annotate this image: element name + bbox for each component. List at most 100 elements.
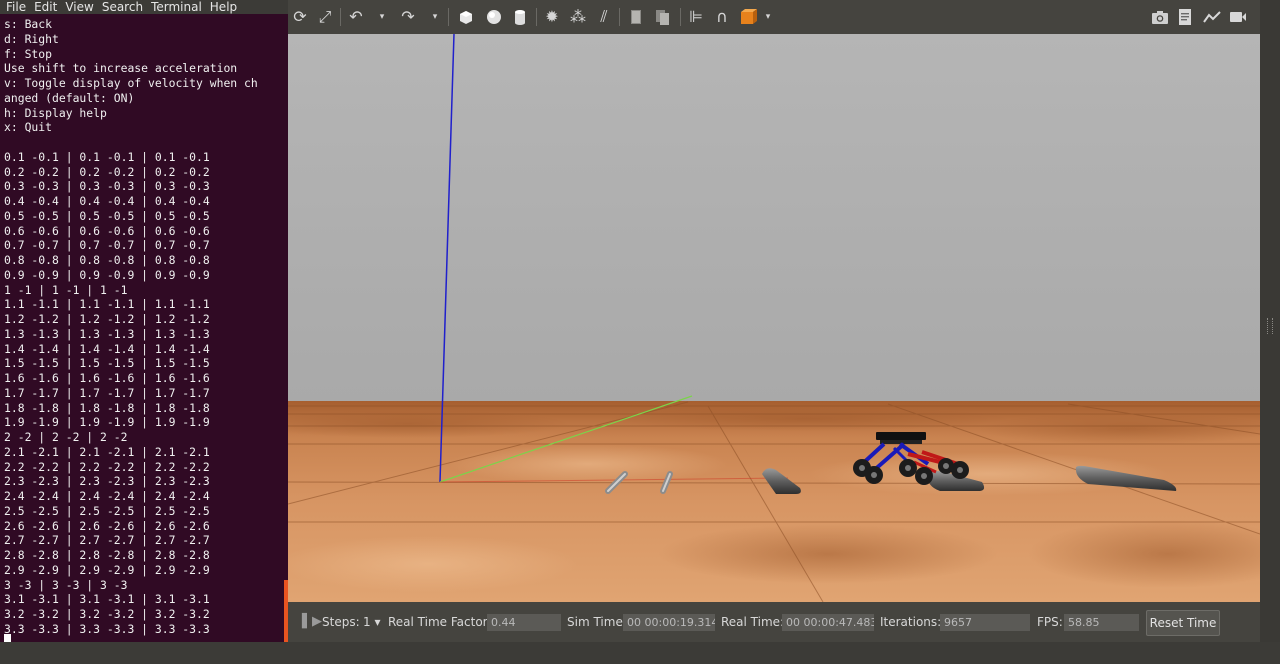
terminal-line: 1.4 -1.4 | 1.4 -1.4 | 1.4 -1.4: [4, 341, 210, 356]
toolbar-separator: [680, 8, 681, 26]
orange-cube-dropdown-icon[interactable]: ▾: [758, 7, 778, 27]
gazebo-toolbar: ⟳ ⤢ ↶ ▾ ↷ ▾ ✹ ⁂ ⫽ ⊫ ∩ ▾: [288, 0, 1260, 34]
terminal-line: 0.5 -0.5 | 0.5 -0.5 | 0.5 -0.5: [4, 208, 210, 223]
terminal-line: 0.8 -0.8 | 0.8 -0.8 | 0.8 -0.8: [4, 253, 210, 267]
terminal-line: 1.5 -1.5 | 1.5 -1.5 | 1.5 -1.5: [4, 356, 210, 371]
terminal-line: anged (default: ON): [4, 90, 135, 105]
log-icon[interactable]: [1175, 7, 1195, 27]
terminal-line: 2.6 -2.6 | 2.6 -2.6 | 2.6 -2.6: [4, 518, 210, 533]
terminal-line: 2.2 -2.2 | 2.2 -2.2 | 2.2 -2.2: [4, 459, 210, 474]
steps-label: Steps:: [322, 615, 360, 629]
screenshot-icon[interactable]: [1150, 7, 1170, 27]
toolbar-separator: [448, 8, 449, 26]
steps-value[interactable]: 1 ▾: [363, 614, 380, 630]
spot-light-icon[interactable]: ⁂: [568, 7, 588, 27]
terminal-line: 3.3 -3.3 | 3.3 -3.3 | 3.3 -3.3: [4, 621, 210, 636]
terminal-line: 1.7 -1.7 | 1.7 -1.7 | 1.7 -1.7: [4, 385, 210, 400]
rotate-icon[interactable]: ⟳: [290, 7, 310, 27]
terminal-line: 2.8 -2.8 | 2.8 -2.8 | 2.8 -2.8: [4, 548, 210, 562]
redo-dropdown-icon[interactable]: ▾: [425, 7, 445, 27]
terminal-line: f: Stop: [4, 46, 53, 61]
terminal-line: 2 -2 | 2 -2 | 2 -2: [4, 430, 128, 444]
undo-icon[interactable]: ↶: [346, 7, 366, 27]
menu-edit[interactable]: Edit: [34, 0, 57, 14]
terminal-line: s: Back: [4, 17, 53, 31]
terminal-line: 2.9 -2.9 | 2.9 -2.9 | 2.9 -2.9: [4, 562, 210, 577]
iterations-label: Iterations:: [880, 615, 942, 629]
real-time-factor-value: 0.44: [487, 614, 561, 631]
point-light-icon[interactable]: ✹: [542, 7, 562, 27]
terminal-line: v: Toggle display of velocity when ch: [4, 76, 258, 90]
terminal-line: 3.1 -3.1 | 3.1 -3.1 | 3.1 -3.1: [4, 592, 210, 607]
gazebo-window: ⟳ ⤢ ↶ ▾ ↷ ▾ ✹ ⁂ ⫽ ⊫ ∩ ▾ ▌▶ Steps: 1 ▾ Re…: [288, 0, 1280, 652]
terminal-line: 1.6 -1.6 | 1.6 -1.6 | 1.6 -1.6: [4, 371, 210, 385]
play-pause-icon[interactable]: ▌▶: [302, 614, 322, 630]
3d-scene-viewport[interactable]: [288, 34, 1260, 602]
terminal-line: 1.3 -1.3 | 1.3 -1.3 | 1.3 -1.3: [4, 326, 210, 341]
terminal-line: 0.1 -0.1 | 0.1 -0.1 | 0.1 -0.1: [4, 149, 210, 164]
terminal-line: 0.2 -0.2 | 0.2 -0.2 | 0.2 -0.2: [4, 164, 210, 179]
menu-terminal[interactable]: Terminal: [151, 0, 202, 14]
menu-search[interactable]: Search: [102, 0, 143, 14]
terminal-line: 0.9 -0.9 | 0.9 -0.9 | 0.9 -0.9: [4, 267, 210, 282]
toolbar-separator: [340, 8, 341, 26]
reset-time-button[interactable]: Reset Time: [1146, 610, 1220, 636]
toolbar-separator: [619, 8, 620, 26]
real-time-label: Real Time:: [721, 615, 785, 629]
gazebo-status-bar: ▌▶ Steps: 1 ▾ Real Time Factor: 0.44 Sim…: [288, 602, 1260, 642]
terminal-line: 3 -3 | 3 -3 | 3 -3: [4, 577, 128, 592]
terminal-line: 2.3 -2.3 | 2.3 -2.3 | 2.3 -2.3: [4, 474, 210, 489]
menu-file[interactable]: File: [6, 0, 26, 14]
terminal-line: 1.1 -1.1 | 1.1 -1.1 | 1.1 -1.1: [4, 297, 210, 312]
terminal-line: 0.7 -0.7 | 0.7 -0.7 | 0.7 -0.7: [4, 238, 210, 253]
steps-dropdown-icon[interactable]: ▾: [371, 615, 380, 629]
terminal-line: Use shift to increase acceleration: [4, 61, 238, 76]
fullscreen-icon[interactable]: ⤢: [315, 7, 335, 27]
terminal-line: x: Quit: [4, 120, 53, 135]
terminal-line: 2.5 -2.5 | 2.5 -2.5 | 2.5 -2.5: [4, 503, 210, 518]
snap-icon[interactable]: ∩: [712, 7, 732, 27]
terminal-line: 3.2 -3.2 | 3.2 -3.2 | 3.2 -3.2: [4, 607, 210, 621]
steps-value-text: 1: [363, 615, 371, 629]
sim-time-label: Sim Time:: [567, 615, 627, 629]
orange-cube-icon[interactable]: [738, 7, 758, 27]
terminal-line: 0.4 -0.4 | 0.4 -0.4 | 0.4 -0.4: [4, 194, 210, 208]
terminal-line: 0.3 -0.3 | 0.3 -0.3 | 0.3 -0.3: [4, 179, 210, 194]
scene-canvas[interactable]: [288, 34, 1260, 602]
cylinder-shape-icon[interactable]: [510, 7, 530, 27]
redo-icon[interactable]: ↷: [398, 7, 418, 27]
real-time-factor-label: Real Time Factor:: [388, 615, 492, 629]
directional-light-icon[interactable]: ⫽: [594, 7, 614, 27]
iterations-value: 9657: [940, 614, 1030, 631]
terminal-line: d: Right: [4, 31, 59, 46]
fps-value: 58.85: [1064, 614, 1139, 631]
sphere-shape-icon[interactable]: [484, 7, 504, 27]
splitter-grip[interactable]: [1267, 318, 1273, 334]
toolbar-separator: [536, 8, 537, 26]
terminal-line: 2.1 -2.1 | 2.1 -2.1 | 2.1 -2.1: [4, 444, 210, 459]
terminal-line: 2.7 -2.7 | 2.7 -2.7 | 2.7 -2.7: [4, 533, 210, 548]
copy-icon[interactable]: [626, 7, 646, 27]
terminal-line: h: Display help: [4, 105, 107, 120]
terminal-line: 1.9 -1.9 | 1.9 -1.9 | 1.9 -1.9: [4, 415, 210, 430]
align-icon[interactable]: ⊫: [686, 7, 706, 27]
terminal-line: 1.2 -1.2 | 1.2 -1.2 | 1.2 -1.2: [4, 312, 210, 326]
fps-label: FPS:: [1037, 615, 1063, 629]
real-time-value: 00 00:00:47.483: [782, 614, 874, 631]
sky: [288, 34, 1260, 402]
terminal-line: 1 -1 | 1 -1 | 1 -1: [4, 282, 128, 297]
box-shape-icon[interactable]: [456, 7, 476, 27]
terminal-line: 2.4 -2.4 | 2.4 -2.4 | 2.4 -2.4: [4, 489, 210, 503]
right-panel-handle[interactable]: [1260, 0, 1280, 652]
video-record-icon[interactable]: [1228, 7, 1248, 27]
terminal-window[interactable]: File Edit View Search Terminal Help s: B…: [0, 0, 288, 652]
terminal-output[interactable]: s: Back d: Right f: Stop Use shift to incre…: [0, 14, 288, 637]
menu-view[interactable]: View: [65, 0, 93, 14]
terminal-line: 0.6 -0.6 | 0.6 -0.6 | 0.6 -0.6: [4, 223, 210, 238]
undo-dropdown-icon[interactable]: ▾: [372, 7, 392, 27]
window-bottom-border: [0, 642, 1280, 664]
paste-icon[interactable]: [653, 7, 673, 27]
menu-help[interactable]: Help: [210, 0, 237, 14]
plot-icon[interactable]: [1202, 7, 1222, 27]
